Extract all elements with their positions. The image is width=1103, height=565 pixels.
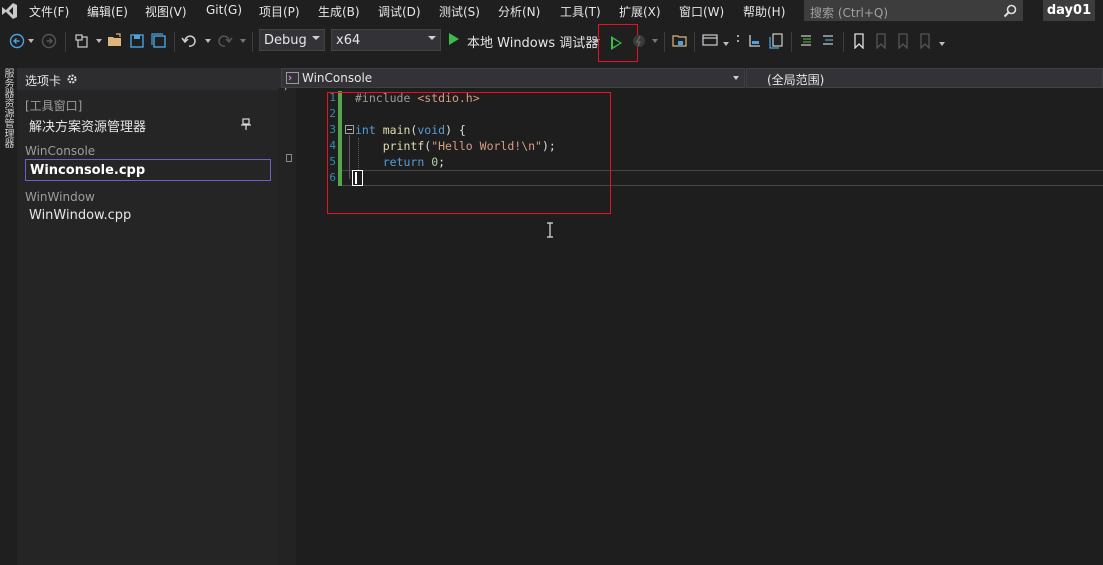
- pin-icon[interactable]: [241, 118, 251, 130]
- standard-toolbar: Debug x64 本地 Windows 调试器: [0, 24, 1103, 62]
- menu-bar: 文件(F) 编辑(E) 视图(V) Git(G) 项目(P) 生成(B) 调试(…: [0, 0, 1103, 22]
- tabs-panel-header: 选项卡: [17, 68, 278, 90]
- tab-entry-winwindow-cpp[interactable]: WinWindow.cpp: [25, 205, 271, 227]
- tabs-panel: 选项卡 [工具窗口] 解决方案资源管理器 WinConsole Winconso…: [17, 68, 278, 565]
- document-copy-icon[interactable]: [768, 33, 784, 49]
- editor-navigation-bar: WinConsole (全局范围): [278, 68, 1103, 88]
- menu-tools[interactable]: 工具(T): [560, 3, 601, 20]
- search-icon: [1003, 4, 1017, 18]
- chevron-down-icon[interactable]: [939, 42, 945, 46]
- menu-build[interactable]: 生成(B): [318, 3, 360, 20]
- code-editor[interactable]: ’ 1 2 3 4 5 6 #include <stdio.h> int mai…: [278, 87, 1103, 565]
- menu-edit[interactable]: 编辑(E): [87, 3, 128, 20]
- step-over-icon[interactable]: [747, 33, 763, 49]
- toolbar-separator: [174, 32, 175, 52]
- start-debugging-label: 本地 Windows 调试器: [467, 36, 599, 51]
- toolbar-separator: [843, 32, 844, 52]
- group-label-tool-windows: [工具窗口]: [25, 99, 83, 113]
- cpp-project-icon: [286, 72, 299, 84]
- project-dropdown-value: WinConsole: [302, 71, 373, 85]
- previous-bookmark-icon[interactable]: [873, 33, 889, 49]
- play-outline-icon: [611, 36, 622, 50]
- platform-value: x64: [336, 33, 361, 48]
- visual-studio-logo-icon[interactable]: [0, 2, 18, 20]
- scope-dropdown[interactable]: (全局范围): [746, 68, 1103, 88]
- chevron-down-icon: [733, 76, 739, 80]
- start-debugging-button[interactable]: 本地 Windows 调试器: [447, 29, 599, 51]
- tab-entry-label: 解决方案资源管理器: [29, 120, 147, 135]
- toolbar-separator: [694, 32, 695, 52]
- hot-reload-icon[interactable]: [631, 33, 647, 49]
- configuration-value: Debug: [264, 33, 307, 48]
- chevron-down-icon: [312, 36, 320, 40]
- tab-entry-solution-explorer[interactable]: 解决方案资源管理器: [25, 113, 271, 135]
- solution-configuration-dropdown[interactable]: Debug: [259, 29, 325, 51]
- menu-git[interactable]: Git(G): [206, 3, 242, 17]
- chevron-down-icon[interactable]: [240, 39, 246, 43]
- chevron-down-icon[interactable]: [205, 39, 211, 43]
- menu-test[interactable]: 测试(S): [439, 3, 480, 20]
- save-all-icon[interactable]: [151, 33, 167, 49]
- bookmark-icon[interactable]: [851, 33, 867, 49]
- menu-project[interactable]: 项目(P): [259, 3, 300, 20]
- open-folder-icon[interactable]: [107, 33, 123, 49]
- comment-lines-icon[interactable]: [798, 33, 814, 49]
- search-input[interactable]: 搜索 (Ctrl+Q): [804, 0, 1023, 21]
- solution-platform-dropdown[interactable]: x64: [331, 29, 441, 51]
- save-icon[interactable]: [129, 33, 145, 49]
- outline-glyph-icon: [286, 154, 292, 162]
- tabs-panel-title: 选项卡: [25, 74, 62, 88]
- menu-extensions[interactable]: 扩展(X): [619, 3, 661, 20]
- browse-folder-icon[interactable]: [672, 33, 688, 49]
- clear-bookmarks-icon[interactable]: [917, 33, 933, 49]
- tab-entry-winconsole-cpp[interactable]: Winconsole.cpp: [25, 159, 271, 181]
- tab-entry-label: Winconsole.cpp: [30, 163, 146, 178]
- toolbar-separator: [791, 32, 792, 52]
- play-icon: [449, 33, 459, 45]
- group-label-winconsole: WinConsole: [25, 144, 96, 158]
- solution-name-badge[interactable]: day01: [1043, 0, 1095, 21]
- gear-icon[interactable]: [66, 73, 78, 85]
- tab-entry-label: WinWindow.cpp: [29, 208, 132, 223]
- chevron-down-icon: [428, 36, 436, 40]
- server-explorer-tab[interactable]: 服务器资源管理器: [0, 64, 17, 565]
- toolbar-separator: [252, 32, 253, 52]
- menu-window[interactable]: 窗口(W): [679, 3, 724, 20]
- menu-help[interactable]: 帮助(H): [743, 3, 785, 20]
- chevron-down-icon[interactable]: [96, 39, 102, 43]
- menu-file[interactable]: 文件(F): [29, 3, 69, 20]
- search-placeholder: 搜索 (Ctrl+Q): [810, 6, 889, 20]
- uncomment-lines-icon[interactable]: [820, 33, 836, 49]
- chevron-down-icon[interactable]: [652, 39, 658, 43]
- margin-glyph: ’: [284, 87, 288, 98]
- navigate-forward-icon[interactable]: [41, 33, 57, 49]
- group-label-winwindow: WinWindow: [25, 190, 95, 204]
- toolbar-separator: [664, 32, 665, 52]
- ibeam-cursor-icon: [547, 222, 553, 238]
- undo-icon[interactable]: [181, 33, 197, 49]
- menu-debug[interactable]: 调试(D): [378, 3, 421, 20]
- menu-view[interactable]: 视图(V): [145, 3, 187, 20]
- chevron-down-icon[interactable]: [28, 39, 34, 43]
- server-explorer-label: 服务器资源管理器: [2, 68, 13, 148]
- menu-analyze[interactable]: 分析(N): [498, 3, 540, 20]
- redo-icon[interactable]: [217, 33, 233, 49]
- editor-gutter: [296, 88, 318, 565]
- annotation-highlight-box: [327, 92, 611, 214]
- scope-dropdown-value: (全局范围): [767, 73, 825, 87]
- navigate-back-icon[interactable]: [9, 33, 25, 49]
- window-layout-icon[interactable]: [702, 33, 718, 49]
- chevron-down-icon[interactable]: [723, 42, 729, 46]
- toolbar-separator: [65, 32, 66, 52]
- next-bookmark-icon[interactable]: [895, 33, 911, 49]
- new-project-icon[interactable]: [74, 33, 90, 49]
- project-dropdown[interactable]: WinConsole: [281, 68, 745, 88]
